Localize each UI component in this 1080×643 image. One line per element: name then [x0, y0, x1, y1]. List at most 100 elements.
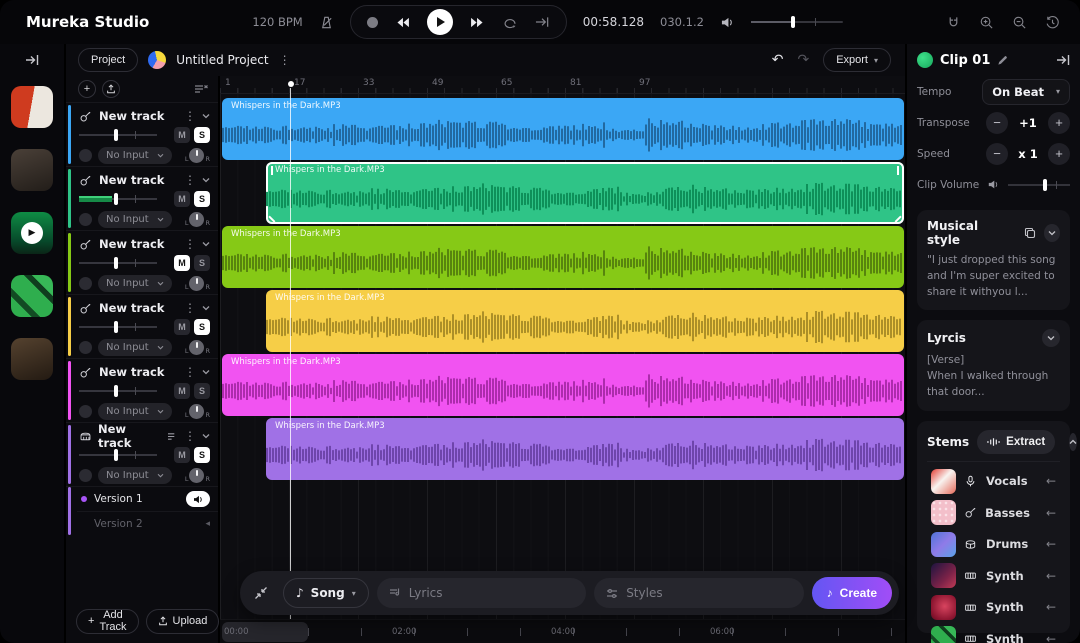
transpose-decrease-button[interactable]: −: [986, 111, 1008, 134]
collapse-tracks-icon[interactable]: [194, 84, 208, 94]
play-button[interactable]: [426, 9, 453, 35]
record-arm-button[interactable]: [79, 276, 92, 290]
transpose-increase-button[interactable]: +: [1048, 111, 1070, 134]
pan-knob-dial[interactable]: [189, 403, 205, 419]
version-row[interactable]: Version 1: [77, 487, 218, 511]
upload-button[interactable]: Upload: [145, 608, 220, 634]
expand-sidebar-icon[interactable]: [25, 54, 39, 66]
pan-knob-dial[interactable]: [189, 275, 205, 291]
record-arm-button[interactable]: [79, 468, 92, 482]
track-name[interactable]: New track: [99, 237, 164, 251]
chevron-down-icon[interactable]: [202, 177, 210, 183]
audio-clip[interactable]: Whispers in the Dark.MP3: [222, 354, 904, 416]
track-menu-icon[interactable]: ⋮: [184, 173, 196, 187]
tempo-select[interactable]: On Beat ▾: [982, 78, 1070, 105]
undo-button[interactable]: ↶: [772, 52, 784, 68]
mute-button[interactable]: M: [174, 127, 190, 143]
audio-clip[interactable]: Whispers in the Dark.MP3: [222, 98, 904, 160]
input-select[interactable]: No Input: [98, 146, 172, 164]
zoom-in-icon[interactable]: [979, 15, 994, 30]
pan-knob[interactable]: L R: [185, 467, 210, 483]
record-arm-button[interactable]: [79, 340, 92, 354]
play-overlay-icon[interactable]: ▶: [11, 212, 53, 254]
add-track-button[interactable]: + Add Track: [76, 608, 139, 634]
lyrics-text[interactable]: [Verse] When I walked through that door.…: [927, 353, 1060, 400]
insert-stem-icon[interactable]: ←: [1046, 537, 1060, 551]
track-volume-slider[interactable]: [79, 192, 157, 206]
media-thumbnail[interactable]: [11, 338, 53, 380]
track-menu-icon[interactable]: ⋮: [184, 301, 196, 315]
audio-clip[interactable]: Whispers in the Dark.MP3: [266, 290, 904, 352]
record-arm-button[interactable]: [79, 212, 92, 226]
input-select[interactable]: No Input: [98, 466, 172, 484]
mute-button[interactable]: M: [174, 383, 190, 399]
chevron-down-icon[interactable]: [1042, 329, 1060, 348]
loop-icon[interactable]: [502, 16, 518, 29]
track-volume-slider[interactable]: [79, 256, 157, 270]
track-name[interactable]: New track: [99, 365, 164, 379]
media-thumbnail[interactable]: [11, 149, 53, 191]
solo-button[interactable]: S: [194, 383, 210, 399]
pan-knob-dial[interactable]: [189, 467, 205, 483]
pan-knob[interactable]: L R: [185, 147, 210, 163]
track-name[interactable]: New track: [98, 422, 155, 450]
record-button[interactable]: [366, 16, 378, 28]
media-thumbnail[interactable]: ▶: [11, 212, 53, 254]
master-volume-slider[interactable]: [750, 16, 843, 28]
clip-resize-handle[interactable]: [271, 166, 273, 175]
overview-scrollbar[interactable]: 00:00 02:00 04:00 06:00: [220, 619, 905, 643]
chevron-down-icon[interactable]: [202, 433, 210, 439]
track-menu-icon[interactable]: ⋮: [184, 365, 196, 379]
solo-button[interactable]: S: [194, 127, 210, 143]
stem-row[interactable]: Synth ←: [927, 623, 1060, 643]
track-list-icon[interactable]: [167, 432, 178, 441]
track-name[interactable]: New track: [99, 301, 164, 315]
insert-stem-icon[interactable]: ←: [1046, 506, 1060, 520]
solo-button[interactable]: S: [194, 447, 210, 463]
track-menu-icon[interactable]: ⋮: [184, 237, 196, 251]
solo-button[interactable]: S: [194, 319, 210, 335]
track-volume-slider[interactable]: [79, 128, 157, 142]
speed-decrease-button[interactable]: −: [986, 142, 1008, 165]
version-audio-off-icon[interactable]: ◂: [205, 519, 210, 529]
input-select[interactable]: No Input: [98, 338, 172, 356]
stem-row[interactable]: Synth ←: [927, 592, 1060, 624]
media-thumbnail[interactable]: [11, 86, 53, 128]
record-arm-button[interactable]: [79, 148, 92, 162]
mute-button[interactable]: M: [174, 255, 190, 271]
edit-clip-name-icon[interactable]: [997, 55, 1008, 66]
history-icon[interactable]: [1045, 15, 1060, 30]
track-volume-slider[interactable]: [79, 320, 157, 334]
insert-stem-icon[interactable]: ←: [1046, 632, 1060, 643]
track-name[interactable]: New track: [99, 109, 164, 123]
track-menu-icon[interactable]: ⋮: [184, 109, 196, 123]
clip-volume-icon[interactable]: [987, 179, 1000, 190]
create-button[interactable]: ♪ Create: [811, 577, 893, 609]
zoom-out-icon[interactable]: [1012, 15, 1027, 30]
mode-select[interactable]: ♪ Song ▾: [283, 578, 369, 608]
track-menu-icon[interactable]: ⋮: [184, 429, 196, 443]
project-button[interactable]: Project: [78, 48, 139, 72]
playhead[interactable]: [287, 81, 294, 619]
rewind-button[interactable]: [395, 17, 410, 28]
snap-magnet-icon[interactable]: [946, 15, 961, 30]
timeline-ruler[interactable]: 1 17 33 49 65 81 97: [220, 76, 905, 94]
record-arm-button[interactable]: [79, 404, 92, 418]
project-name[interactable]: Untitled Project: [176, 53, 268, 67]
pan-knob-dial[interactable]: [189, 339, 205, 355]
audio-clip[interactable]: Whispers in the Dark.MP3: [266, 418, 904, 480]
clip-resize-handle[interactable]: [897, 166, 899, 175]
insert-stem-icon[interactable]: ←: [1046, 474, 1060, 488]
styles-input[interactable]: [626, 586, 792, 600]
mute-button[interactable]: M: [174, 191, 190, 207]
mute-button[interactable]: M: [174, 447, 190, 463]
chevron-down-icon[interactable]: [202, 113, 210, 119]
chevron-down-icon[interactable]: [202, 305, 210, 311]
chevron-down-icon[interactable]: [202, 241, 210, 247]
export-button[interactable]: Export ▾: [823, 48, 891, 72]
copy-icon[interactable]: [1024, 227, 1036, 239]
chevron-up-icon[interactable]: [1069, 432, 1078, 451]
stem-row[interactable]: Drums ←: [927, 529, 1060, 561]
insert-stem-icon[interactable]: ←: [1046, 600, 1060, 614]
pan-knob-dial[interactable]: [189, 147, 205, 163]
